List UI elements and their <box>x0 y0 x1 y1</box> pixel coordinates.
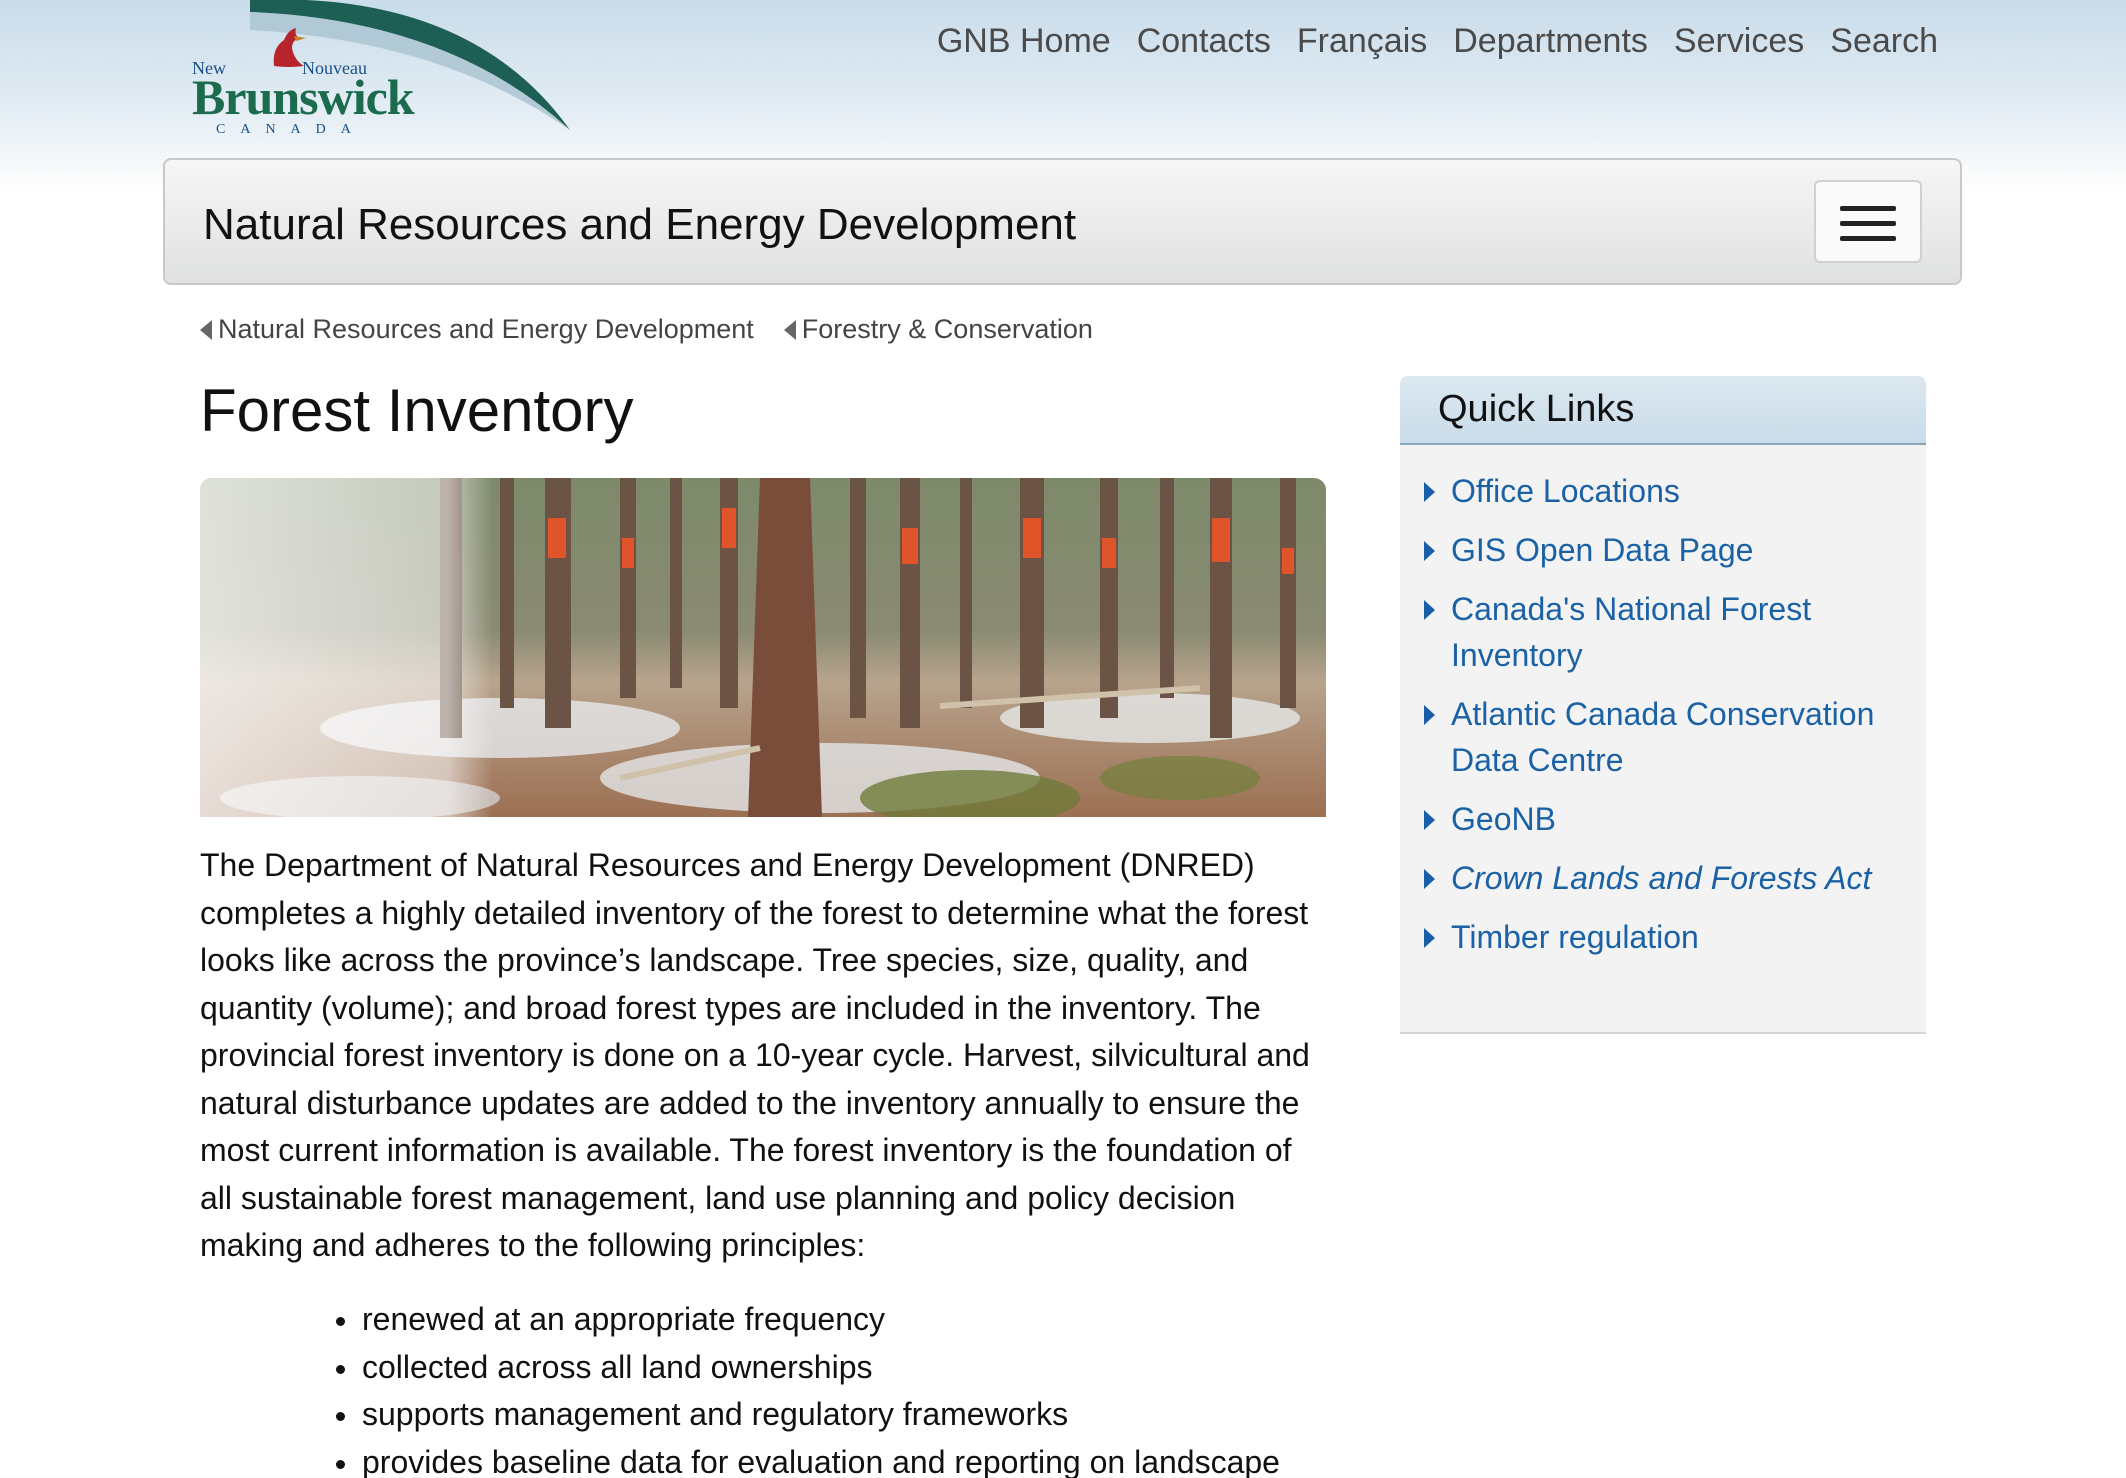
chevron-right-icon <box>1424 810 1435 830</box>
list-item: provides baseline data for evaluation an… <box>336 1439 1280 1478</box>
quick-links-list: Office Locations GIS Open Data Page Cana… <box>1424 468 1914 973</box>
department-bar: Natural Resources and Energy Development <box>163 158 1962 285</box>
page-title: Forest Inventory <box>200 377 634 444</box>
back-arrow-icon <box>783 319 796 340</box>
nav-services[interactable]: Services <box>1674 22 1804 61</box>
list-item: renewed at an appropriate frequency <box>336 1296 1280 1344</box>
department-title[interactable]: Natural Resources and Energy Development <box>203 200 1076 250</box>
quick-link-label[interactable]: Crown Lands and Forests Act <box>1451 860 1871 896</box>
quick-links-panel: Quick Links Office Locations GIS Open Da… <box>1400 376 1926 1034</box>
breadcrumb-label: Natural Resources and Energy Development <box>218 314 754 344</box>
chevron-right-icon <box>1424 600 1435 620</box>
intro-paragraph: The Department of Natural Resources and … <box>200 847 1310 1263</box>
chevron-right-icon <box>1424 541 1435 561</box>
gnb-logo[interactable]: New Nouveau Brunswick CANADA <box>192 24 415 137</box>
nav-gnb-home[interactable]: GNB Home <box>937 22 1111 61</box>
quick-link-gis-open-data: GIS Open Data Page <box>1424 527 1914 573</box>
breadcrumb-item-department[interactable]: Natural Resources and Energy Development <box>200 314 754 345</box>
breadcrumb-label: Forestry & Conservation <box>801 314 1093 344</box>
chevron-right-icon <box>1424 705 1435 725</box>
quick-link-national-forest-inventory: Canada's National Forest Inventory <box>1424 586 1914 678</box>
top-navigation: GNB Home Contacts Français Departments S… <box>937 22 1938 61</box>
nav-francais[interactable]: Français <box>1297 22 1427 61</box>
quick-link-label[interactable]: Office Locations <box>1451 473 1680 509</box>
quick-link-label[interactable]: Atlantic Canada Conservation Data Centre <box>1451 696 1874 778</box>
list-item: supports management and regulatory frame… <box>336 1391 1280 1439</box>
quick-link-label[interactable]: Timber regulation <box>1451 919 1699 955</box>
hamburger-line <box>1840 206 1896 211</box>
quick-links-title: Quick Links <box>1438 388 1635 430</box>
list-item: collected across all land ownerships <box>336 1344 1280 1392</box>
quick-link-geonb: GeoNB <box>1424 796 1914 842</box>
quick-link-timber-regulation: Timber regulation <box>1424 914 1914 960</box>
breadcrumb: Natural Resources and Energy Development… <box>200 314 1093 345</box>
chevron-right-icon <box>1424 482 1435 502</box>
nav-departments[interactable]: Departments <box>1453 22 1648 61</box>
logo-country: CANADA <box>216 122 366 137</box>
hamburger-line <box>1840 221 1896 226</box>
back-arrow-icon <box>200 319 212 340</box>
hamburger-line <box>1840 236 1896 241</box>
chevron-right-icon <box>1424 869 1435 889</box>
menu-toggle-button[interactable] <box>1814 180 1922 263</box>
principles-list: renewed at an appropriate frequency coll… <box>336 1296 1280 1478</box>
quick-links-header: Quick Links <box>1400 376 1926 445</box>
nav-search[interactable]: Search <box>1830 22 1938 61</box>
breadcrumb-item-forestry[interactable]: Forestry & Conservation <box>783 314 1093 345</box>
quick-link-label[interactable]: GIS Open Data Page <box>1451 532 1753 568</box>
quick-link-office-locations: Office Locations <box>1424 468 1914 514</box>
quick-link-label[interactable]: Canada's National Forest Inventory <box>1451 591 1811 673</box>
chevron-right-icon <box>1424 928 1435 948</box>
nav-contacts[interactable]: Contacts <box>1137 22 1271 61</box>
quick-link-accdc: Atlantic Canada Conservation Data Centre <box>1424 691 1914 783</box>
quick-link-label[interactable]: GeoNB <box>1451 801 1556 837</box>
logo-brand: Brunswick <box>192 69 415 125</box>
quick-link-crown-lands-act: Crown Lands and Forests Act <box>1424 855 1914 901</box>
forest-hero-image <box>200 478 1326 817</box>
